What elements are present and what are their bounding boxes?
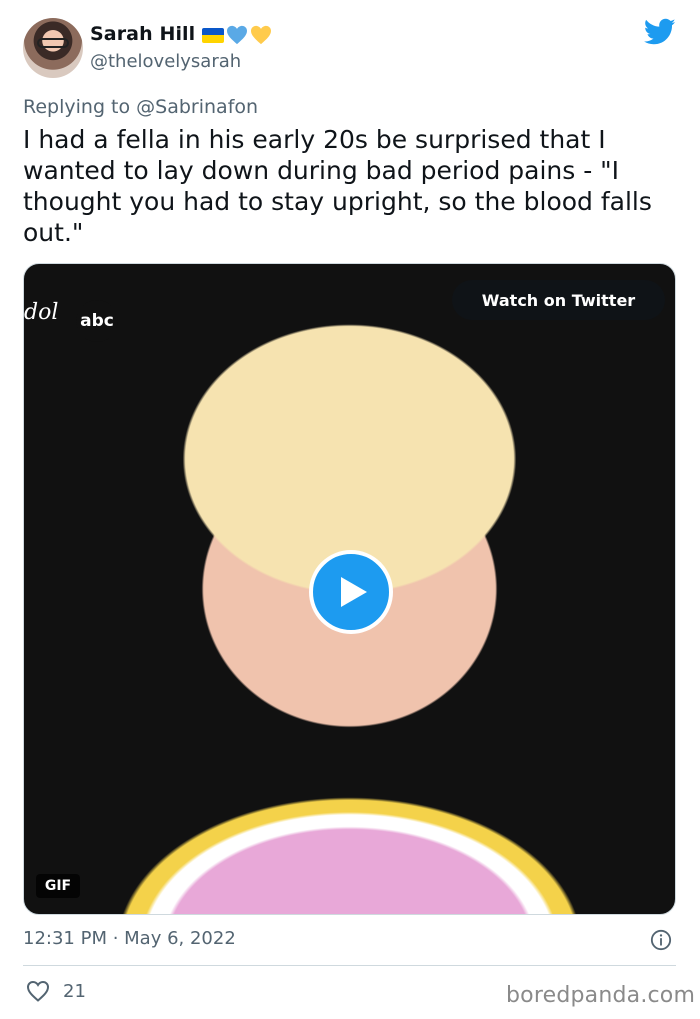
info-icon[interactable] bbox=[650, 929, 672, 951]
gif-badge: GIF bbox=[36, 874, 80, 898]
tweet-timestamp[interactable]: 12:31 PM · May 6, 2022 bbox=[23, 928, 236, 949]
author-name[interactable]: Sarah Hill bbox=[90, 23, 195, 45]
avatar[interactable] bbox=[23, 18, 83, 78]
watch-on-twitter-button[interactable]: Watch on Twitter bbox=[452, 280, 665, 320]
reply-mention-link[interactable]: @Sabrinafon bbox=[136, 96, 258, 118]
like-count: 21 bbox=[63, 981, 86, 1002]
abc-logo: abc bbox=[76, 300, 118, 342]
tweet-card: Sarah Hill @thelovelysarah Replying to @… bbox=[0, 0, 700, 1019]
blue-heart-icon bbox=[227, 25, 247, 45]
replying-to-label: Replying to bbox=[23, 96, 137, 118]
ukraine-flag-icon bbox=[202, 27, 224, 43]
play-button[interactable] bbox=[309, 550, 393, 634]
name-emoji-group bbox=[202, 25, 272, 45]
divider bbox=[23, 965, 676, 966]
yellow-heart-icon bbox=[251, 25, 271, 45]
replying-to-line: Replying to @Sabrinafon bbox=[23, 96, 258, 118]
author-handle[interactable]: @thelovelysarah bbox=[90, 51, 241, 72]
twitter-bird-icon[interactable] bbox=[644, 18, 676, 46]
tweet-text: I had a fella in his early 20s be surpri… bbox=[23, 125, 652, 247]
heart-icon[interactable] bbox=[26, 980, 50, 1002]
play-icon bbox=[341, 577, 367, 607]
show-logo: dol bbox=[24, 300, 59, 325]
boredpanda-watermark: boredpanda.com bbox=[506, 983, 696, 1008]
